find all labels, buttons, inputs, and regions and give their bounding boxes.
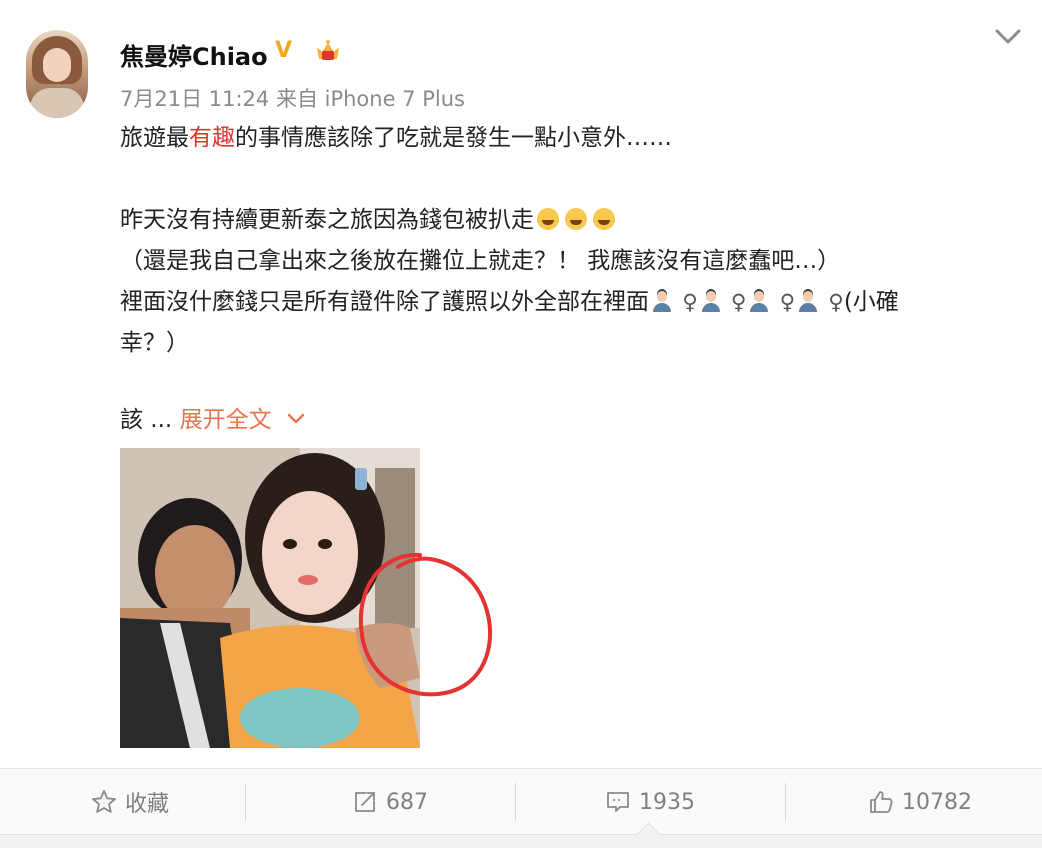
text-segment: 幸？） <box>120 330 189 356</box>
post-line: 昨天沒有持續更新泰之旅因為錢包被扒走 <box>120 200 1020 241</box>
female-sign: ♀ <box>682 290 698 314</box>
crying-emoji-icon <box>565 208 587 230</box>
avatar[interactable] <box>26 30 88 118</box>
text-segment: 旅遊最 <box>120 125 189 151</box>
thumbs-up-icon <box>870 791 893 813</box>
text-segment: 昨天沒有持續更新泰之旅因為錢包被扒走 <box>120 207 534 233</box>
repost-count: 687 <box>386 789 428 815</box>
post-line: （還是我自己拿出來之後放在攤位上就走？！ 我應該沒有這麼蠢吧…） <box>120 241 1020 282</box>
man-emoji-icon <box>651 290 673 312</box>
repost-button[interactable]: 687 <box>260 769 520 835</box>
comment-count: 1935 <box>639 789 695 815</box>
verified-badge: V <box>275 38 293 63</box>
man-emoji-icon <box>748 290 770 312</box>
post-meta: 7月21日 11:24 来自 iPhone 7 Plus <box>120 87 465 111</box>
crying-emoji-icon <box>593 208 615 230</box>
female-sign: ♀ <box>731 290 747 314</box>
text-segment: 裡面沒什麼錢只是所有證件除了護照以外全部在裡面 <box>120 289 649 315</box>
chevron-down-icon[interactable] <box>994 26 1022 48</box>
post-line: 裡面沒什麼錢只是所有證件除了護照以外全部在裡面 ♀ ♀ ♀ ♀(小確 <box>120 282 1020 323</box>
action-bar: 收藏 687 1935 10782 <box>0 768 1042 835</box>
favorite-label: 收藏 <box>124 792 169 817</box>
man-emoji-icon <box>700 290 722 312</box>
bottom-strip <box>0 834 1042 848</box>
text-segment: (小確 <box>843 289 899 315</box>
like-button[interactable]: 10782 <box>790 769 1042 835</box>
repost-icon <box>355 792 375 812</box>
post-text: 旅遊最有趣的事情應該除了吃就是發生一點小意外…… 昨天沒有持續更新泰之旅因為錢包… <box>120 118 1020 364</box>
divider <box>245 783 246 821</box>
star-outline-icon <box>92 790 116 813</box>
divider <box>515 783 516 821</box>
post-line: 旅遊最有趣的事情應該除了吃就是發生一點小意外…… <box>120 118 1020 159</box>
annotation-circle <box>358 552 493 697</box>
man-emoji-icon <box>797 290 819 312</box>
text-segment: （還是我自己拿出來之後放在攤位上就走？！ 我應該沒有這麼蠢吧…） <box>120 248 841 274</box>
like-count: 10782 <box>902 789 972 815</box>
expand-full-text-link[interactable]: 展开全文 <box>180 407 272 433</box>
female-sign: ♀ <box>828 290 844 314</box>
crying-emoji-icon <box>537 208 559 230</box>
truncated-line: 該 ... 展开全文 <box>120 400 305 434</box>
post-line: 幸？） <box>120 323 1020 364</box>
truncated-text: 該 ... <box>120 407 173 433</box>
chevron-down-icon[interactable] <box>287 412 305 426</box>
divider <box>785 783 786 821</box>
vip-crown-icon <box>317 40 339 60</box>
highlight-text: 有趣 <box>189 125 235 151</box>
username[interactable]: 焦曼婷Chiao <box>120 37 268 72</box>
female-sign: ♀ <box>779 290 796 314</box>
favorite-button[interactable]: 收藏 <box>0 769 260 835</box>
comment-icon <box>607 792 629 812</box>
text-segment: 的事情應該除了吃就是發生一點小意外…… <box>235 125 672 151</box>
